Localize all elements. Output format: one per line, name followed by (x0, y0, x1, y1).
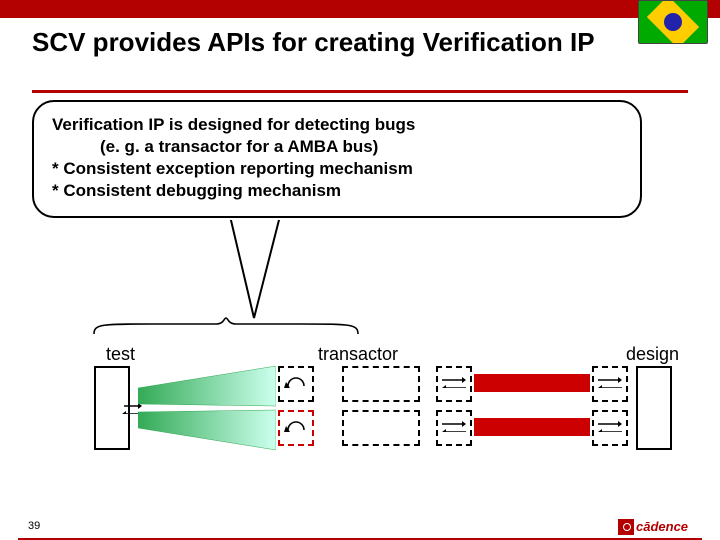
slide: SCV provides APIs for creating Verificat… (0, 0, 720, 540)
speech-tail-icon (220, 216, 310, 326)
logo-mark-icon (618, 519, 634, 535)
logo-text: cādence (636, 519, 688, 534)
speech-callout: Verification IP is designed for detectin… (32, 100, 642, 218)
title-underline (32, 90, 688, 93)
callout-line-3: * Consistent exception reporting mechani… (52, 159, 413, 178)
bidir-arrow-icon (440, 418, 468, 432)
loop-arrow-icon (284, 372, 310, 394)
slide-title: SCV provides APIs for creating Verificat… (32, 28, 620, 58)
page-number: 39 (28, 520, 40, 532)
cadence-logo: cādence (618, 518, 702, 534)
bidir-arrow-icon (596, 374, 624, 388)
callout-text: Verification IP is designed for detectin… (52, 114, 622, 202)
interface-box-1b (342, 410, 420, 446)
architecture-diagram (80, 360, 680, 460)
bus-bar-1 (474, 374, 590, 392)
callout-line-4: * Consistent debugging mechanism (52, 181, 341, 200)
callout-line-2: (e. g. a transactor for a AMBA bus) (100, 136, 622, 158)
top-bar (0, 0, 720, 18)
bidir-arrow-icon (440, 374, 468, 388)
brazil-flag-icon (638, 0, 708, 44)
bidir-arrow-icon (596, 418, 624, 432)
stimulus-fan-icon (138, 366, 276, 450)
loop-arrow-icon (284, 416, 310, 438)
design-block (636, 366, 672, 450)
callout-line-1: Verification IP is designed for detectin… (52, 115, 415, 134)
interface-box-1a (342, 366, 420, 402)
bus-bar-2 (474, 418, 590, 436)
